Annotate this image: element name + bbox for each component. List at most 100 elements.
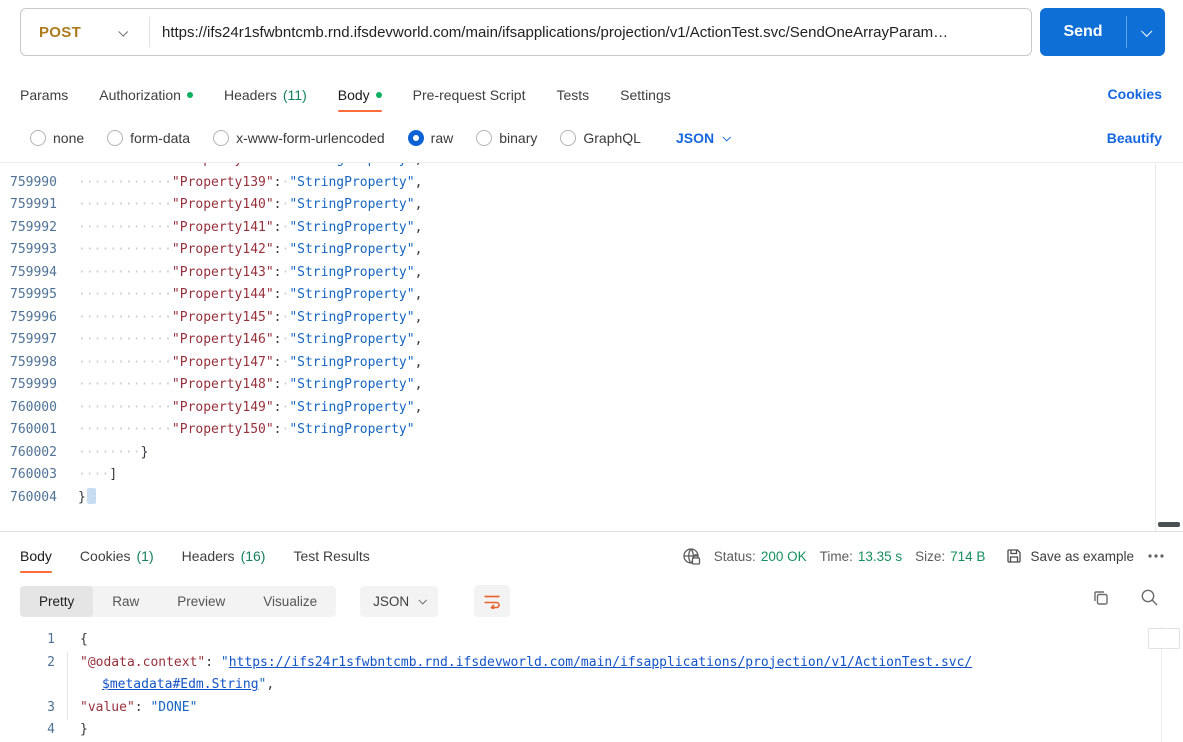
- line-content: ············"Property143":·"StringProper…: [58, 262, 422, 285]
- response-view-toolbar: PrettyRawPreviewVisualize JSON: [20, 584, 510, 618]
- view-mode-visualize[interactable]: Visualize: [244, 586, 336, 617]
- json-string: "StringProperty": [289, 287, 414, 302]
- line-content: ············"Property145":·"StringProper…: [58, 307, 422, 330]
- json-punctuation: ]: [109, 467, 117, 482]
- beautify-link[interactable]: Beautify: [1107, 130, 1162, 146]
- tab-settings[interactable]: Settings: [620, 78, 671, 112]
- more-options-button[interactable]: [1147, 553, 1165, 559]
- bodytype-label: GraphQL: [583, 130, 641, 146]
- tab-params[interactable]: Params: [20, 78, 68, 112]
- body-language-select[interactable]: JSON: [676, 130, 729, 146]
- size-label: Size:: [915, 549, 945, 564]
- cookies-link[interactable]: Cookies: [1108, 86, 1162, 102]
- response-body-viewer: 1{2"@odata.context": "https://ifs24r1sfw…: [0, 626, 1183, 742]
- text-wrap-icon: [483, 593, 501, 609]
- response-tab-test-results[interactable]: Test Results: [293, 539, 369, 573]
- method-selector[interactable]: POST: [21, 24, 149, 41]
- comma: ,: [415, 377, 423, 392]
- copy-icon: [1092, 589, 1110, 607]
- response-tab-cookies[interactable]: Cookies(1): [80, 539, 154, 573]
- request-body-editor[interactable]: 759989············"Property138":·"String…: [0, 162, 1183, 531]
- indent-guide: [67, 652, 68, 720]
- whitespace-dots: ····: [78, 467, 109, 482]
- save-as-example-button[interactable]: Save as example: [1006, 548, 1134, 564]
- bodytype-x-www-form-urlencoded[interactable]: x-www-form-urlencoded: [213, 130, 385, 146]
- colon: :: [274, 242, 282, 257]
- editor-line: 759998············"Property147":·"String…: [0, 352, 1183, 375]
- bodytype-binary[interactable]: binary: [476, 130, 537, 146]
- tab-label: Body: [338, 87, 370, 103]
- tab-label: Headers: [182, 548, 235, 564]
- line-content: ········}: [58, 442, 148, 465]
- response-tabs: Body Cookies(1) Headers(16) Test Results: [20, 538, 370, 574]
- json-punctuation: :: [135, 700, 151, 715]
- whitespace-dots: ············: [78, 242, 172, 257]
- response-line: 4}: [0, 719, 1183, 742]
- bodytype-raw[interactable]: raw: [408, 130, 454, 146]
- json-key: "Property141": [172, 220, 274, 235]
- line-number: 2: [0, 652, 55, 697]
- tab-label: Body: [20, 548, 52, 564]
- bodytype-graphql[interactable]: GraphQL: [560, 130, 641, 146]
- view-mode-raw[interactable]: Raw: [93, 586, 158, 617]
- tab-body[interactable]: Body: [338, 78, 382, 112]
- json-key: "Property145": [172, 310, 274, 325]
- response-line: 2"@odata.context": "https://ifs24r1sfwbn…: [0, 652, 1183, 697]
- colon: :: [274, 377, 282, 392]
- whitespace-dots: ············: [78, 355, 172, 370]
- editor-line: 759992············"Property141":·"String…: [0, 217, 1183, 240]
- time-label: Time:: [820, 549, 853, 564]
- tab-label: Tests: [556, 87, 589, 103]
- json-key: "@odata.context": [80, 655, 205, 670]
- json-string: "DONE": [150, 700, 197, 715]
- time-badge: Time: 13.35 s: [820, 549, 903, 564]
- bodytype-none[interactable]: none: [30, 130, 84, 146]
- whitespace-dots: ············: [78, 400, 172, 415]
- size-badge: Size: 714 B: [915, 549, 985, 564]
- search-icon: [1140, 588, 1159, 607]
- bodytype-form-data[interactable]: form-data: [107, 130, 190, 146]
- json-punctuation: }: [141, 445, 149, 460]
- time-value: 13.35 s: [858, 549, 902, 564]
- view-mode-pretty[interactable]: Pretty: [20, 586, 93, 617]
- url-input[interactable]: https://ifs24r1sfwbntcmb.rnd.ifsdevworld…: [150, 24, 1031, 41]
- search-response-button[interactable]: [1140, 588, 1159, 607]
- send-options-button[interactable]: [1127, 8, 1165, 56]
- tab-pre-request-script[interactable]: Pre-request Script: [413, 78, 526, 112]
- whitespace-dots: ············: [78, 332, 172, 347]
- json-key: "Property138": [172, 162, 274, 167]
- response-tab-body[interactable]: Body: [20, 539, 52, 573]
- tab-label: Params: [20, 87, 68, 103]
- tab-authorization[interactable]: Authorization: [99, 78, 193, 112]
- view-mode-preview[interactable]: Preview: [158, 586, 244, 617]
- line-number: 759996: [0, 307, 58, 330]
- json-string: "StringProperty": [289, 242, 414, 257]
- colon: :: [274, 310, 282, 325]
- json-string: "StringProperty": [289, 162, 414, 167]
- status-badge: Status: 200 OK: [714, 549, 807, 564]
- response-language-select[interactable]: JSON: [360, 586, 438, 617]
- tab-headers[interactable]: Headers(11): [224, 78, 307, 112]
- response-tab-headers[interactable]: Headers(16): [182, 539, 266, 573]
- response-scrollbar-thumb[interactable]: [1148, 628, 1180, 649]
- tab-count: (11): [283, 87, 307, 103]
- editor-line: 759991············"Property140":·"String…: [0, 194, 1183, 217]
- editor-line: 759997············"Property146":·"String…: [0, 329, 1183, 352]
- json-string: "StringProperty": [289, 422, 414, 437]
- line-content: ············"Property144":·"StringProper…: [58, 284, 422, 307]
- radio-icon: [107, 130, 123, 146]
- radio-icon: [213, 130, 229, 146]
- editor-scrollbar-thumb[interactable]: [1158, 522, 1180, 527]
- network-info-icon[interactable]: [682, 547, 701, 566]
- whitespace-dots: ············: [78, 377, 172, 392]
- response-meta: Status: 200 OK Time: 13.35 s Size: 714 B…: [682, 538, 1165, 574]
- odata-context-link[interactable]: $metadata#Edm.String: [102, 677, 259, 692]
- wrap-lines-button[interactable]: [474, 585, 510, 617]
- copy-response-button[interactable]: [1092, 588, 1110, 607]
- response-language-label: JSON: [373, 594, 409, 609]
- send-button[interactable]: Send: [1040, 8, 1165, 56]
- tab-tests[interactable]: Tests: [556, 78, 589, 112]
- whitespace-dots: ············: [78, 220, 172, 235]
- odata-context-link[interactable]: https://ifs24r1sfwbntcmb.rnd.ifsdevworld…: [229, 655, 973, 670]
- line-number: 759992: [0, 217, 58, 240]
